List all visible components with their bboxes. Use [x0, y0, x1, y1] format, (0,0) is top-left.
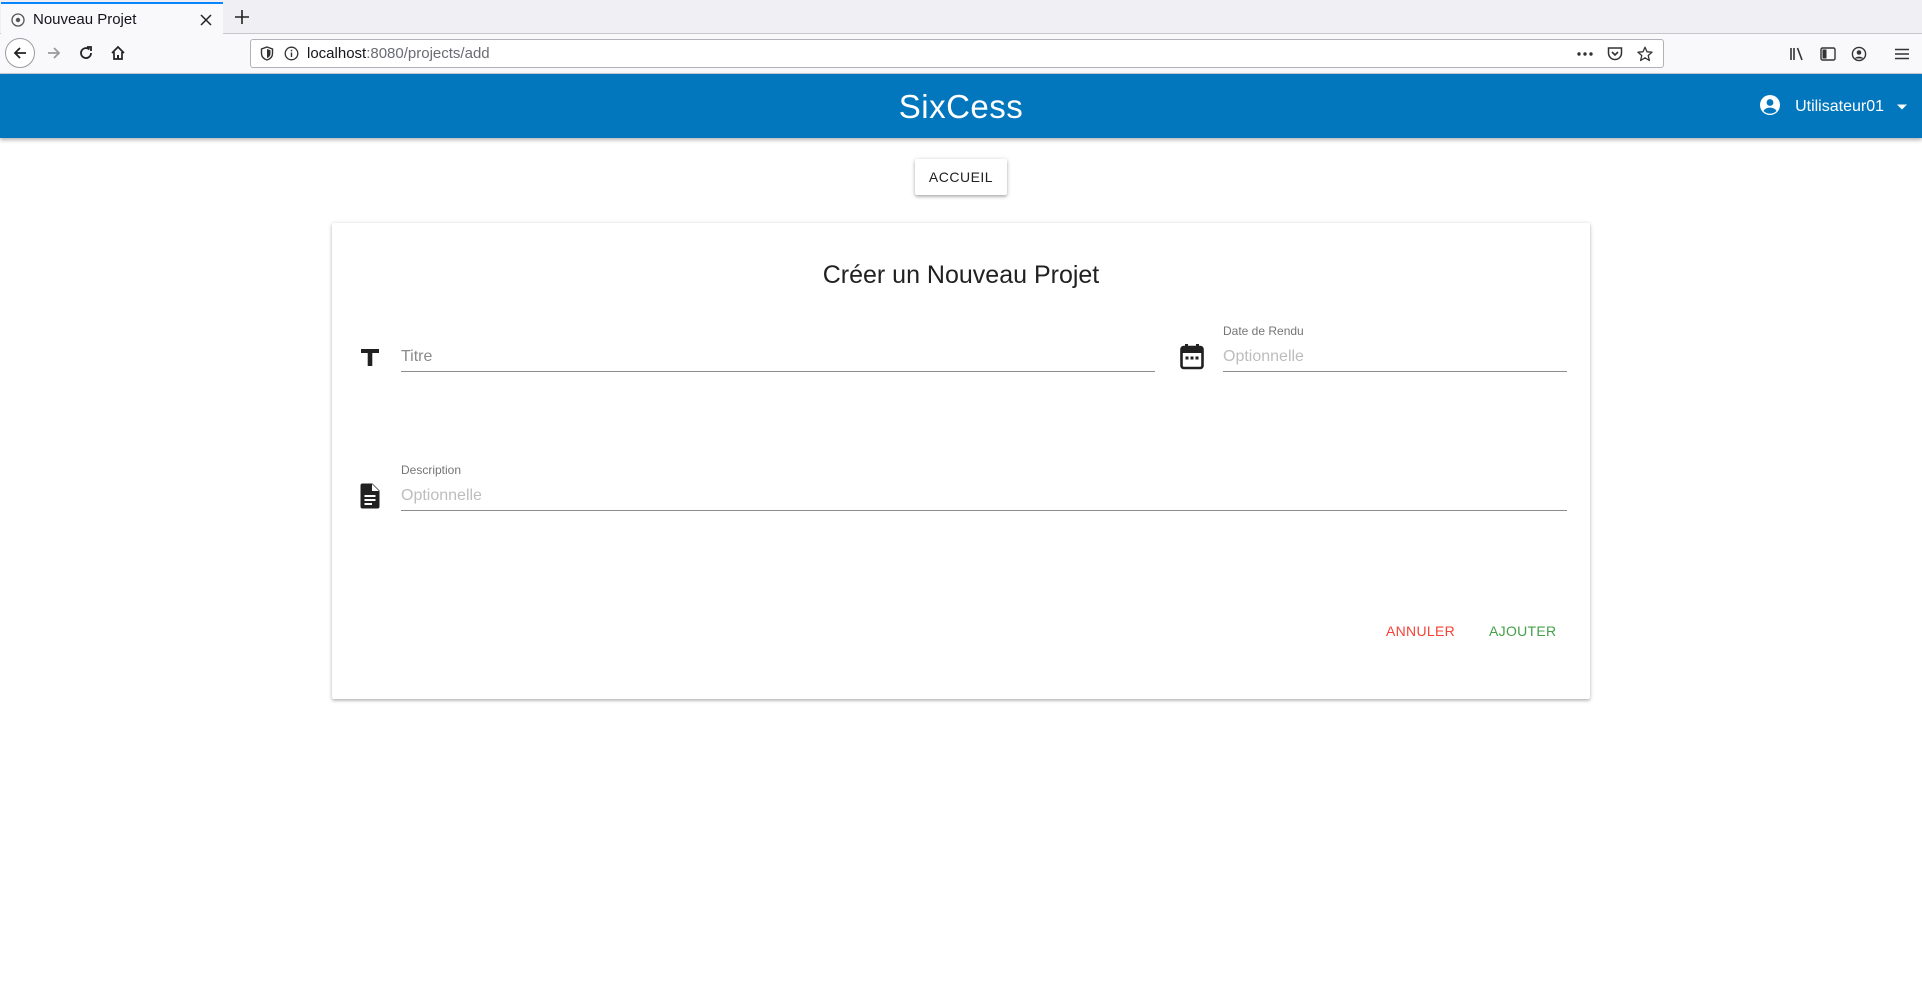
browser-tabstrip: Nouveau Projet [0, 0, 1922, 35]
description-label: Description [401, 463, 462, 477]
pocket-icon[interactable] [1603, 42, 1627, 66]
reload-icon[interactable] [71, 38, 101, 68]
info-icon[interactable] [279, 42, 303, 66]
account-circle-icon [1759, 94, 1781, 121]
user-menu[interactable]: Utilisateur01 [1759, 94, 1908, 120]
shield-icon[interactable] [255, 42, 279, 66]
home-button[interactable]: ACCUEIL [915, 159, 1007, 195]
plus-icon[interactable] [230, 5, 254, 29]
url-host: localhost [307, 45, 367, 62]
more-actions-icon[interactable] [1573, 42, 1597, 66]
title-input[interactable] [401, 342, 1155, 372]
user-name: Utilisateur01 [1795, 98, 1884, 115]
url-text: localhost:8080/projects/add [307, 45, 1573, 62]
tab-title: Nouveau Projet [33, 11, 137, 28]
app-header: SixCess Utilisateur01 [0, 74, 1922, 138]
add-button[interactable]: AJOUTER [1489, 623, 1556, 639]
form-heading: Créer un Nouveau Projet [822, 261, 1100, 289]
home-icon[interactable] [103, 38, 133, 68]
browser-navbar: localhost:8080/projects/add [0, 34, 1922, 74]
document-icon [356, 482, 384, 510]
back-arrow-icon[interactable] [5, 38, 35, 68]
close-icon[interactable] [195, 9, 217, 31]
chevron-down-icon [1896, 98, 1908, 116]
forward-arrow-icon[interactable] [39, 38, 69, 68]
url-bar[interactable]: localhost:8080/projects/add [250, 39, 1664, 68]
hamburger-menu-icon[interactable] [1890, 42, 1914, 66]
sidebar-icon[interactable] [1816, 42, 1840, 66]
new-project-card: Créer un Nouveau Projet Date de Rendu De… [332, 223, 1590, 699]
due-date-input[interactable] [1223, 342, 1567, 372]
browser-tab[interactable]: Nouveau Projet [1, 2, 223, 35]
library-icon[interactable] [1786, 42, 1810, 66]
bookmark-star-icon[interactable] [1633, 42, 1657, 66]
description-input[interactable] [401, 481, 1567, 511]
app-title: SixCess [898, 88, 1024, 125]
globe-icon [11, 12, 25, 27]
url-path: :8080/projects/add [366, 45, 490, 62]
text-format-icon [356, 343, 384, 371]
calendar-icon [1178, 343, 1206, 371]
due-date-label: Date de Rendu [1223, 324, 1304, 338]
cancel-button[interactable]: ANNULER [1386, 623, 1455, 639]
account-icon[interactable] [1847, 42, 1871, 66]
